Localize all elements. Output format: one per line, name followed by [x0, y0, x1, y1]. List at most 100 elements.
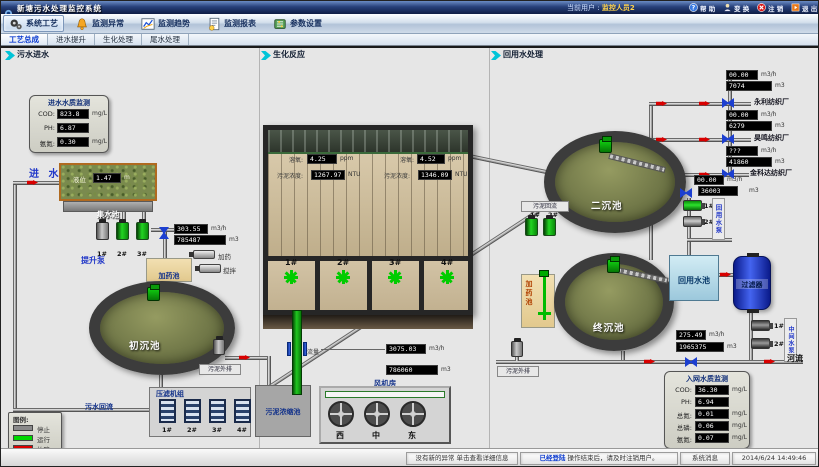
secondary-scraper-drive[interactable] [599, 139, 612, 153]
toolbar-monitor-reports[interactable]: 监测报表 [201, 15, 262, 32]
final-scraper-drive[interactable] [607, 259, 620, 273]
sludge-return-pump-2[interactable] [543, 218, 556, 236]
section-inlet: 污水进水 [17, 49, 49, 60]
stir-motor[interactable] [199, 264, 221, 273]
tab-bio-treatment[interactable]: 生化处理 [95, 34, 142, 45]
sewage-return-label: 污水回流 [85, 402, 113, 412]
outlet-nh3-unit: mg/L [732, 434, 747, 441]
fan-west-id: 西 [336, 430, 344, 441]
discharge-total-unit: m3 [727, 343, 737, 350]
lift-outlet-valve[interactable] [159, 227, 169, 239]
reuse-cross-pipe [687, 238, 732, 242]
reuse-pump-1[interactable] [683, 200, 702, 211]
outlet-cod-label: COD: [666, 386, 692, 394]
app-icon [4, 3, 13, 12]
filter-press-2[interactable] [184, 399, 201, 423]
tab-process-overview[interactable]: 工艺总成 [1, 34, 48, 45]
reuse-pump-2[interactable] [683, 216, 702, 227]
reuse-valve[interactable] [680, 188, 692, 198]
factory-2-name: 昊鸣纺织厂 [753, 133, 790, 143]
toolbar-monitor-trends[interactable]: 监测趋势 [135, 15, 196, 32]
outlet-tp-label: 总磷: [666, 422, 692, 432]
dosing-motor[interactable] [193, 250, 215, 259]
factory-1-rate-unit: m3/h [761, 71, 777, 78]
toolbar-parameter-settings[interactable]: 参数设置 [267, 15, 328, 32]
lift-pump-2-id: 2# [117, 250, 127, 258]
flow-meter-flange [287, 342, 291, 356]
switch-user-button[interactable]: 变 换 [723, 2, 749, 13]
system-message-segment[interactable]: 系统消息 [680, 452, 730, 465]
tab-inlet-lift[interactable]: 进水提升 [48, 34, 95, 45]
air-flow-rate: 3075.03 [386, 344, 426, 354]
logout-button[interactable]: 注 销 [757, 2, 783, 13]
filter-press-4[interactable] [234, 399, 251, 423]
primary-sedimentation-tank [89, 281, 235, 375]
primary-sludge-out-label: 污泥外排 [199, 364, 241, 375]
inlet-nh3-unit: mg/L [92, 138, 107, 145]
filter-press-1[interactable] [159, 399, 176, 423]
cell-divider [315, 261, 320, 310]
cell-3-id: 3# [389, 258, 401, 267]
title-bar: 新塘污水处理监控系统 当前用户 : 监控人员2 ? 帮 助 变 换 注 销 退 … [1, 1, 819, 14]
mid-pump-2[interactable] [751, 338, 770, 349]
collect-flow-total-unit: m3 [229, 236, 239, 243]
factory-1-rate: 00.00 [726, 70, 758, 80]
outlet-nh3-value: 0.07 [695, 433, 729, 443]
status-bar: 没有新的异常 单击查看详细信息 已经登陆 操作结束后，请及时注销用户。 系统消息… [1, 448, 819, 467]
legend-title: 图例: [13, 414, 29, 424]
filter-outlet-pipe [749, 310, 753, 360]
press-2-id: 2# [187, 426, 197, 434]
inlet-cod-value: 823.8 [57, 109, 89, 119]
sludge-thickener: 污泥浓缩池 [255, 385, 311, 437]
filter-press-3[interactable] [209, 399, 226, 423]
exit-icon [791, 3, 800, 12]
exit-button[interactable]: 退 出 [791, 2, 817, 13]
outlet-cod-unit: mg/L [732, 386, 747, 393]
svg-text:?: ? [692, 5, 696, 12]
alarm-status-segment[interactable]: 没有新的异常 单击查看详细信息 [406, 452, 518, 465]
primary-sludge-pump[interactable] [213, 339, 225, 355]
help-button[interactable]: ? 帮 助 [689, 2, 715, 13]
fan-middle-id: 中 [372, 430, 380, 441]
factory-1-total-unit: m3 [775, 82, 785, 89]
toolbar-system-process[interactable]: 系统工艺 [3, 15, 64, 32]
inlet-nh3-label: 氨氮: [31, 138, 55, 148]
o2-right-value: 4.52 [417, 154, 445, 164]
cell-2-id: 2# [337, 258, 349, 267]
tab-tail-water[interactable]: 尾水处理 [142, 34, 189, 45]
outlet-tp-value: 0.06 [695, 421, 729, 431]
cell-4-id: 4# [441, 258, 453, 267]
blower-fan-middle[interactable] [364, 401, 390, 427]
o2-left-unit: ppm [340, 155, 353, 162]
collection-tank-label: 集水池 [97, 210, 120, 219]
lift-pump-1[interactable] [96, 222, 109, 240]
inlet-ph-value: 6.87 [57, 123, 89, 133]
press-1-id: 1# [162, 426, 172, 434]
lift-pump-3-id: 3# [137, 250, 147, 258]
blower-fan-east[interactable] [400, 401, 426, 427]
login-status-segment: 已经登陆 操作结束后，请及时注销用户。 [520, 452, 678, 465]
sludge-return-pump-1[interactable] [525, 218, 538, 236]
login-state: 已经登陆 [539, 454, 565, 462]
mixer-motor[interactable] [539, 270, 549, 277]
section-arrow-icon [5, 51, 15, 60]
alarm-bell-icon [75, 17, 89, 31]
outlet-tp-unit: mg/L [732, 422, 747, 429]
lift-pump-2[interactable] [116, 222, 129, 240]
toolbar-monitor-alarms[interactable]: 监测异常 [69, 15, 130, 32]
sludge-out-pipe [515, 357, 519, 361]
inlet-cod-label: COD: [31, 110, 55, 118]
blower-fan-west[interactable] [328, 401, 354, 427]
lift-pump-3[interactable] [136, 222, 149, 240]
factory-1-name: 永利纺织厂 [753, 97, 790, 107]
mid-pump-1[interactable] [751, 320, 770, 331]
logout-icon [757, 3, 766, 12]
final-tank-outlet-pipe [621, 351, 625, 360]
secondary-sedimentation-tank [544, 131, 686, 233]
river-valve[interactable] [685, 357, 697, 367]
factory-3-rate: ??? [726, 146, 758, 156]
final-sludge-pump[interactable] [511, 341, 523, 357]
primary-scraper-drive[interactable] [147, 287, 160, 301]
discharge-total: 1965375 [676, 342, 724, 352]
sludge-left-unit: NTU [348, 171, 361, 178]
